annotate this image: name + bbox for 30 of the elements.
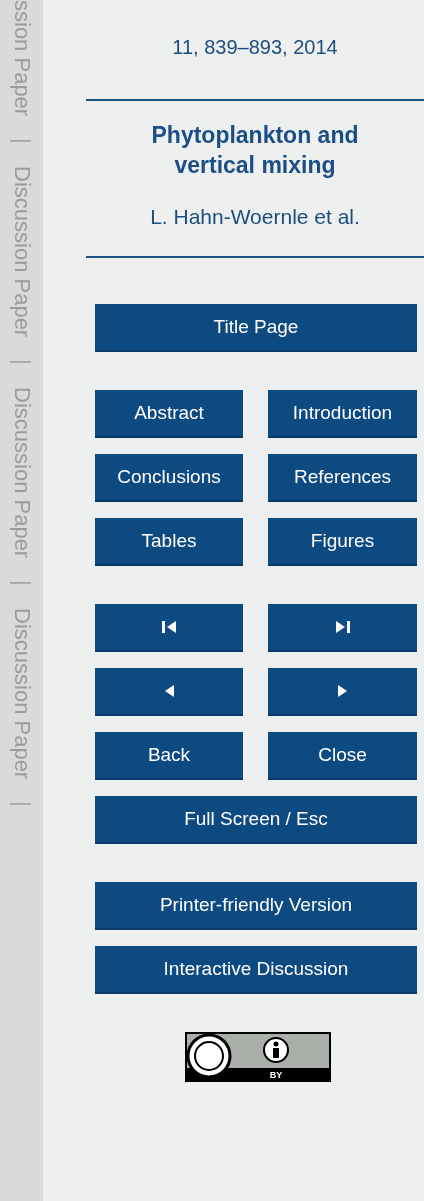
nav-button[interactable]: Interactive Discussion	[95, 945, 417, 994]
citation: 11, 839–893, 2014	[171, 36, 339, 59]
nav-button[interactable]: Figures	[268, 517, 417, 566]
margin-label: Discussion Paper	[10, 386, 33, 558]
nav-button[interactable]	[268, 667, 417, 716]
nav-button[interactable]: Printer-friendly Version	[95, 881, 417, 930]
separator-text: |	[10, 138, 33, 144]
nav-button[interactable]: Introduction	[268, 389, 417, 438]
nav-button[interactable]: Full Screen / Esc	[95, 795, 417, 844]
nav-button[interactable]: Abstract	[95, 389, 243, 438]
separator-text: |	[10, 359, 33, 365]
paper-title: Phytoplankton and vertical mixing	[150, 121, 360, 180]
margin-label: ssion Paper	[10, 0, 33, 117]
skip-back-icon	[162, 620, 176, 633]
nav-button[interactable]	[95, 667, 243, 716]
separator-text: |	[10, 800, 33, 807]
nav-button[interactable]: Close	[268, 731, 417, 780]
nav-button[interactable]	[95, 603, 243, 652]
nav-button[interactable]: Conclusions	[95, 453, 243, 502]
separator-text: |	[10, 580, 33, 586]
nav-button[interactable]	[268, 603, 417, 652]
skip-forward-icon	[335, 620, 350, 633]
nav-button[interactable]: Back	[95, 731, 243, 780]
license-badge: BY	[185, 1031, 331, 1082]
nav-button[interactable]: References	[268, 453, 417, 502]
authors: L. Hahn-Woernle et al.	[149, 204, 361, 229]
nav-button[interactable]: Tables	[95, 517, 243, 566]
margin-label: Discussion Paper	[10, 607, 33, 779]
margin-label: Discussion Paper	[10, 165, 33, 338]
nav-button[interactable]: Title Page	[95, 303, 417, 352]
